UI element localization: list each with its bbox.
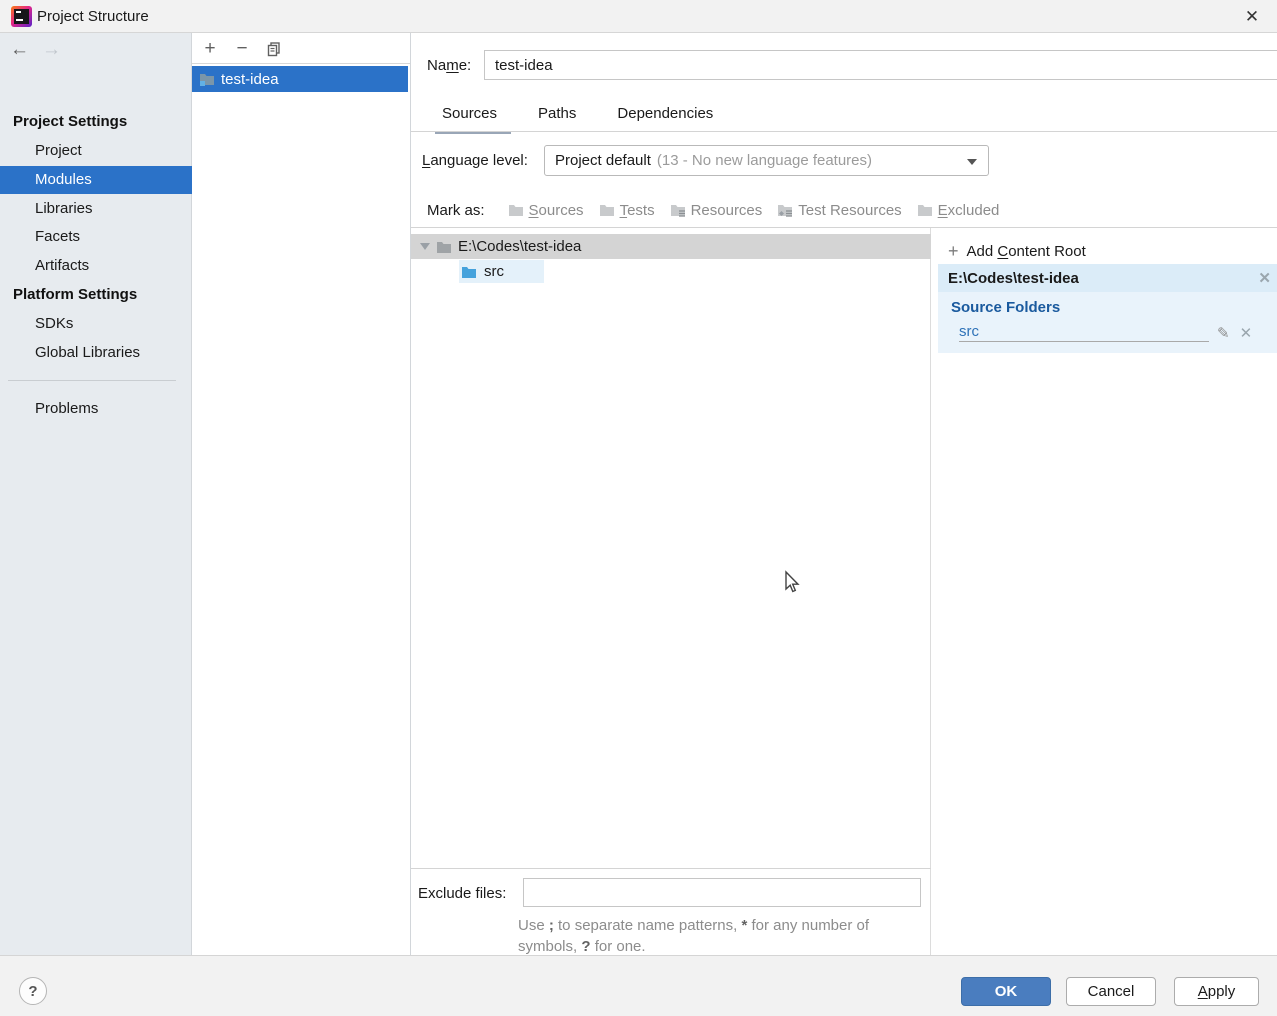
content-root-header-path: E:\Codes\test-idea	[948, 270, 1079, 287]
sidebar-divider	[8, 380, 176, 381]
module-name: test-idea	[221, 71, 279, 88]
intellij-idea-icon	[11, 6, 32, 27]
section-header-project-settings: Project Settings	[13, 113, 127, 130]
chevron-down-icon	[967, 159, 977, 165]
plus-icon: +	[948, 241, 959, 262]
help-button[interactable]: ?	[19, 977, 47, 1005]
sidebar-item-global-libraries[interactable]: Global Libraries	[0, 339, 192, 367]
sidebar-item-modules[interactable]: Modules	[0, 166, 192, 194]
editor-tabs: Sources Paths Dependencies	[438, 105, 717, 134]
name-label: Name:	[427, 57, 471, 74]
tab-dependencies[interactable]: Dependencies	[613, 105, 717, 134]
cancel-button[interactable]: Cancel	[1066, 977, 1156, 1006]
module-list-item-test-idea[interactable]: test-idea	[192, 66, 408, 92]
module-list-panel: + − test-idea	[192, 33, 410, 955]
folder-lines-diamond-icon	[777, 203, 793, 217]
folder-icon	[917, 203, 933, 217]
dialog-footer: ? OK Cancel Apply	[0, 955, 1277, 1016]
tab-paths[interactable]: Paths	[534, 105, 580, 134]
exclude-files-label: Exclude files:	[418, 885, 506, 902]
tabs-divider	[411, 131, 1277, 132]
apply-button[interactable]: Apply	[1174, 977, 1259, 1006]
source-folder-name: src	[959, 323, 979, 340]
source-folder-icon	[461, 265, 477, 279]
section-header-platform-settings: Platform Settings	[13, 286, 137, 303]
copy-module-icon[interactable]	[262, 37, 286, 61]
sidebar-item-project[interactable]: Project	[0, 137, 192, 165]
source-folders-title: Source Folders	[951, 299, 1060, 316]
mark-as-sources-button[interactable]: Sources	[508, 202, 584, 219]
edit-pencil-icon[interactable]: ✎	[1217, 324, 1230, 342]
language-level-value: Project default	[555, 152, 651, 169]
mark-as-toolbar: Mark as: Sources Tests Resources Test Re…	[411, 193, 1277, 227]
add-module-icon[interactable]: +	[198, 37, 222, 61]
ok-button[interactable]: OK	[961, 977, 1051, 1006]
module-editor-panel: Name: Sources Paths Dependencies Languag…	[410, 33, 1277, 955]
forward-arrow-icon[interactable]: →	[42, 39, 61, 61]
exclude-files-input[interactable]	[523, 878, 921, 907]
src-folder-label: src	[484, 263, 504, 280]
mark-as-excluded-button[interactable]: Excluded	[917, 202, 1000, 219]
window-title: Project Structure	[37, 8, 149, 25]
module-icon	[199, 72, 215, 86]
mark-as-resources-button[interactable]: Resources	[670, 202, 763, 219]
tab-sources[interactable]: Sources	[438, 105, 501, 134]
close-icon[interactable]: ✕	[1238, 4, 1266, 30]
sidebar-item-sdks[interactable]: SDKs	[0, 310, 192, 338]
content-root-path: E:\Codes\test-idea	[458, 238, 581, 255]
exclude-files-hint: Use ; to separate name patterns, * for a…	[518, 915, 918, 957]
module-name-input[interactable]	[484, 50, 1277, 80]
content-root-tree: E:\Codes\test-idea src Exclude files: Us…	[411, 228, 931, 955]
sidebar-item-artifacts[interactable]: Artifacts	[0, 252, 192, 280]
mark-as-test-resources-button[interactable]: Test Resources	[777, 202, 901, 219]
collapse-triangle-icon[interactable]	[420, 243, 430, 250]
folder-icon	[599, 203, 615, 217]
sidebar-item-libraries[interactable]: Libraries	[0, 195, 192, 223]
remove-module-icon[interactable]: −	[230, 37, 254, 61]
content-root-details-panel: + Add Content Root E:\Codes\test-idea ✕ …	[938, 228, 1277, 955]
back-arrow-icon[interactable]: ←	[10, 39, 29, 61]
tree-row-content-root[interactable]: E:\Codes\test-idea	[411, 234, 931, 259]
source-folder-row[interactable]: src ✎ ✕	[959, 323, 1259, 342]
add-content-root-button[interactable]: + Add Content Root	[938, 238, 1277, 264]
exclude-section-divider	[411, 868, 931, 869]
module-toolbar: + −	[192, 33, 410, 64]
source-folders-section: Source Folders src ✎ ✕	[938, 292, 1277, 353]
sidebar-item-problems[interactable]: Problems	[0, 395, 192, 423]
folder-icon	[436, 240, 452, 254]
title-bar: Project Structure ✕	[0, 0, 1277, 33]
language-level-dropdown[interactable]: Project default (13 - No new language fe…	[544, 145, 989, 176]
mark-as-label: Mark as:	[427, 202, 485, 219]
language-level-hint: (13 - No new language features)	[657, 152, 872, 169]
language-level-label: Language level:	[422, 152, 528, 169]
settings-sidebar: ← → Project Settings Project Modules Lib…	[0, 33, 192, 955]
remove-content-root-icon[interactable]: ✕	[1258, 269, 1271, 287]
sidebar-item-facets[interactable]: Facets	[0, 223, 192, 251]
tree-row-src[interactable]: src	[411, 259, 931, 284]
remove-source-folder-icon[interactable]: ✕	[1240, 324, 1253, 342]
mark-as-tests-button[interactable]: Tests	[599, 202, 655, 219]
folder-icon	[508, 203, 524, 217]
folder-lines-icon	[670, 203, 686, 217]
content-root-header[interactable]: E:\Codes\test-idea ✕	[938, 264, 1277, 292]
